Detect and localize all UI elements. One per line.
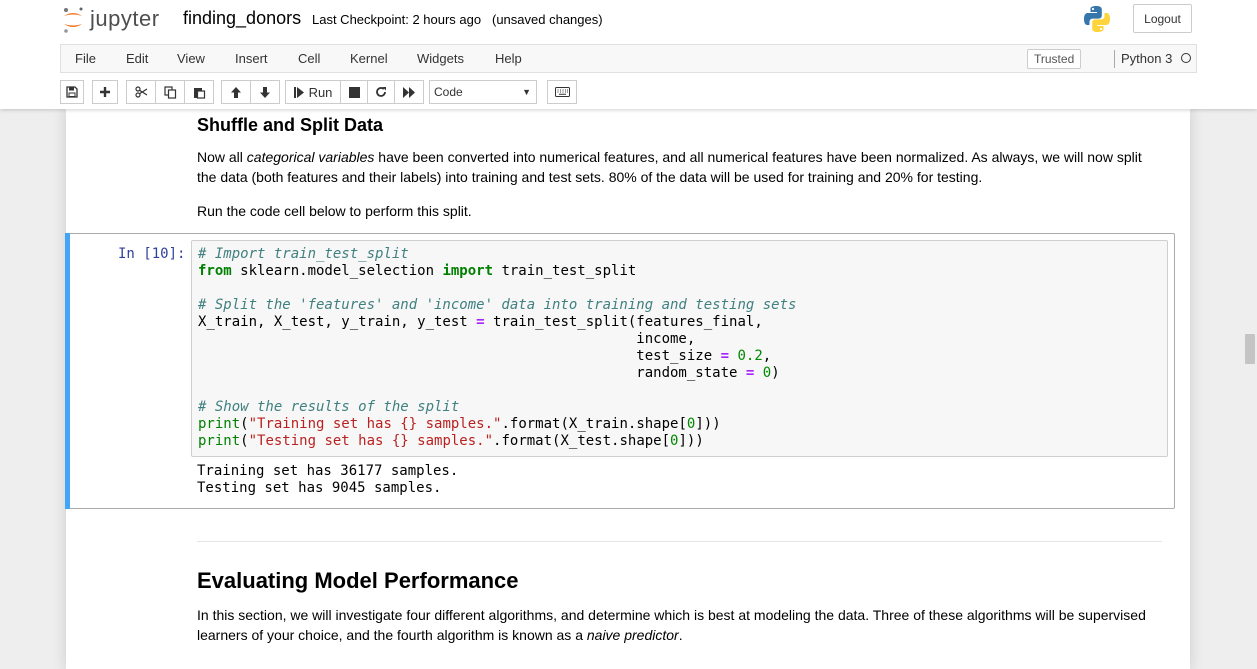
code-keyword: import <box>442 263 494 279</box>
code-string: "Testing set has {} samples." <box>248 433 494 449</box>
code-text: .format(X_train.shape[ <box>501 416 687 432</box>
arrow-up-icon <box>231 86 241 98</box>
copy-button[interactable] <box>155 80 185 104</box>
code-builtin: print <box>198 416 241 432</box>
toolbar: Run Code ▼ <box>60 80 1197 104</box>
input-prompt: In [10]: <box>118 246 186 262</box>
python-logo-icon <box>1082 4 1112 34</box>
scissors-icon <box>134 86 147 98</box>
menu-widgets[interactable]: Widgets <box>417 51 464 66</box>
menubar: File Edit View Insert Cell Kernel Widget… <box>60 44 1197 73</box>
para1-emphasis: categorical variables <box>246 149 375 165</box>
markdown-paragraph-intro: Now all categorical variables have been … <box>197 147 1142 187</box>
cell-type-value: Code <box>434 85 463 99</box>
para1-text: Now all <box>197 149 247 165</box>
kernel-idle-icon <box>1181 53 1191 63</box>
code-content[interactable]: # Import train_test_split from sklearn.m… <box>198 246 796 450</box>
scrollbar-track[interactable] <box>1243 109 1257 669</box>
para3-line1: In this section, we will investigate fou… <box>197 607 1146 623</box>
code-text: sklearn.model_selection <box>231 263 443 279</box>
save-icon <box>66 86 78 98</box>
para1-line2: the data (both features and their labels… <box>197 169 983 185</box>
step-forward-icon <box>293 86 304 98</box>
kernel-separator <box>1114 50 1115 68</box>
code-operator: = <box>720 348 730 364</box>
section-heading-evaluating: Evaluating Model Performance <box>197 568 519 593</box>
para3-line2: learners of your choice, and the fourth … <box>197 627 587 643</box>
code-text: ])) <box>678 433 704 449</box>
arrow-down-icon <box>260 86 270 98</box>
code-string: "Training set has {} samples." <box>248 416 502 432</box>
chevron-down-icon: ▼ <box>522 87 531 97</box>
run-button[interactable]: Run <box>285 80 341 104</box>
restart-kernel-button[interactable] <box>367 80 395 104</box>
trusted-indicator[interactable]: Trusted <box>1027 49 1082 69</box>
notebook-name[interactable]: finding_donors <box>183 8 301 29</box>
code-text: income, <box>198 331 696 347</box>
output-line: Training set has 36177 samples. <box>197 463 459 479</box>
cell-output: Training set has 36177 samples. Testing … <box>197 463 458 497</box>
checkpoint-status: Last Checkpoint: 2 hours ago <box>312 12 482 27</box>
logout-button[interactable]: Logout <box>1133 4 1192 33</box>
jupyter-logo-icon <box>62 6 84 33</box>
para3-emphasis: naive predictor <box>586 627 679 643</box>
menu-kernel[interactable]: Kernel <box>350 51 388 66</box>
paste-icon <box>193 87 205 99</box>
keyboard-icon <box>554 87 570 97</box>
code-builtin: print <box>198 433 241 449</box>
menu-cell[interactable]: Cell <box>298 51 320 66</box>
code-number: 0 <box>762 365 772 381</box>
menu-help[interactable]: Help <box>495 51 522 66</box>
insert-cell-button[interactable] <box>92 80 118 104</box>
notebook-header: jupyter finding_donors Last Checkpoint: … <box>0 0 1257 109</box>
menu-view[interactable]: View <box>177 51 205 66</box>
paste-button[interactable] <box>184 80 214 104</box>
copy-icon <box>163 85 176 99</box>
markdown-paragraph-evaluating: In this section, we will investigate fou… <box>197 605 1146 645</box>
interrupt-kernel-button[interactable] <box>340 80 368 104</box>
code-number: 0.2 <box>737 348 763 364</box>
jupyter-logo-text: jupyter <box>90 6 160 31</box>
code-operator: = <box>745 365 755 381</box>
move-down-button[interactable] <box>250 80 280 104</box>
save-button[interactable] <box>60 80 84 104</box>
code-comment: # Import train_test_split <box>198 246 409 262</box>
restart-run-all-button[interactable] <box>394 80 424 104</box>
jupyter-logo[interactable]: jupyter <box>62 5 160 33</box>
menu-edit[interactable]: Edit <box>126 51 148 66</box>
para1-text-rest: have been converted into numerical featu… <box>374 149 1142 165</box>
move-up-button[interactable] <box>221 80 251 104</box>
menu-file[interactable]: File <box>75 51 96 66</box>
code-text: .format(X_test.shape[ <box>493 433 671 449</box>
code-text: random_state <box>198 365 746 381</box>
fast-forward-icon <box>402 86 415 98</box>
scrollbar-thumb[interactable] <box>1245 334 1255 364</box>
stop-icon <box>348 86 360 98</box>
markdown-paragraph-run: Run the code cell below to perform this … <box>197 203 472 219</box>
code-text: , <box>762 348 772 364</box>
autosave-status: (unsaved changes) <box>492 12 603 27</box>
section-heading-shuffle-split: Shuffle and Split Data <box>197 115 384 135</box>
code-text: train_test_split(features_final, <box>484 314 763 330</box>
kernel-name[interactable]: Python 3 <box>1121 51 1172 66</box>
code-comment: # Show the results of the split <box>198 399 460 415</box>
output-line: Testing set has 9045 samples. <box>197 480 442 496</box>
code-text: test_size <box>198 348 721 364</box>
code-text: ])) <box>695 416 721 432</box>
menu-insert[interactable]: Insert <box>235 51 268 66</box>
code-operator: = <box>476 314 485 330</box>
code-comment: # Split the 'features' and 'income' data… <box>198 297 797 313</box>
section-divider <box>197 541 1162 542</box>
code-text: train_test_split <box>493 263 637 279</box>
code-text: X_train, X_test, y_train, y_test <box>198 314 477 330</box>
refresh-icon <box>376 87 386 97</box>
cell-type-select[interactable]: Code ▼ <box>429 80 537 104</box>
run-label: Run <box>308 84 333 100</box>
command-palette-button[interactable] <box>547 80 577 104</box>
cut-button[interactable] <box>126 80 156 104</box>
cell-selection-bar <box>65 233 70 509</box>
plus-icon <box>100 87 110 97</box>
para3-end: . <box>678 627 683 643</box>
code-keyword: from <box>198 263 232 279</box>
